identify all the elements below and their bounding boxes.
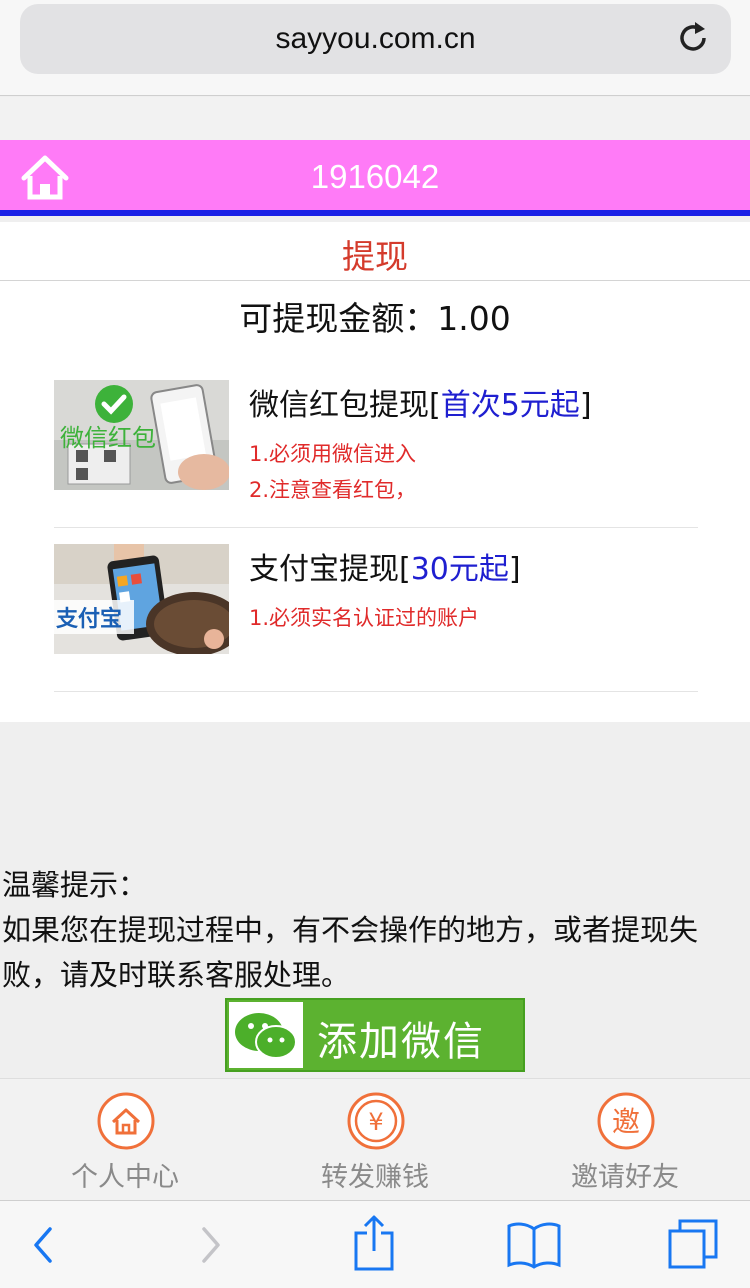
tab-share-earn[interactable]: ¥ 转发赚钱 (250, 1079, 500, 1201)
option-note: 2.注意查看红包， (249, 478, 417, 502)
url-text: sayyou.com.cn (275, 22, 476, 55)
yen-glyph: ¥ (368, 1108, 383, 1136)
top-spacer (0, 97, 750, 140)
option-title-text: 支付宝提现 (249, 552, 399, 587)
wechat-option-title: 微信红包提现[首次5元起] (249, 380, 592, 424)
option-note: 1.必须实名认证过的账户 (249, 606, 480, 630)
back-icon[interactable] (28, 1217, 58, 1273)
option-title-text: 微信红包提现 (249, 388, 429, 423)
tips-body: 如果您在提现过程中，有不会操作的地方，或者提现失败，请及时联系客服处理。 (2, 913, 699, 992)
wechat-redpacket-image: 微信红包 (54, 380, 229, 490)
section-title: 提现 (342, 237, 408, 276)
invite-icon: 邀 (597, 1092, 655, 1150)
bottom-tab-bar: 个人中心 ¥ 转发赚钱 邀 邀请好友 (0, 1078, 750, 1200)
browser-toolbar (0, 1200, 750, 1288)
share-icon[interactable] (352, 1213, 396, 1273)
add-wechat-label: 添加微信 (317, 1019, 485, 1065)
wechat-withdraw-option[interactable]: 微信红包 微信红包提现[首次5元起] 1.必须用微信进入 2.注意查看红包， (54, 378, 698, 528)
thumb-text: 微信红包 (60, 424, 156, 452)
url-field[interactable]: sayyou.com.cn (20, 4, 731, 74)
tab-personal-center[interactable]: 个人中心 (0, 1079, 250, 1201)
tab-label: 邀请好友 (571, 1162, 679, 1193)
tabs-icon[interactable] (666, 1217, 720, 1271)
alipay-image: 支付宝 (54, 544, 229, 654)
bracket-close: ] (579, 388, 592, 423)
add-wechat-button[interactable]: 添加微信 (225, 998, 525, 1072)
bookmarks-icon[interactable] (506, 1221, 562, 1269)
tab-label: 个人中心 (71, 1162, 179, 1193)
home-icon (97, 1092, 155, 1150)
page-header: 1916042 (0, 140, 750, 216)
reload-icon[interactable] (675, 20, 711, 56)
divider (0, 280, 750, 281)
tab-label: 转发赚钱 (321, 1162, 429, 1193)
tab-invite-friends[interactable]: 邀 邀请好友 (500, 1079, 750, 1201)
wechat-icon (229, 1002, 303, 1068)
withdraw-panel: 提现 可提现金额：1.00 微信红包 微信红包提现[首次5元起] 1.必须用微信… (0, 222, 750, 722)
withdrawable-amount: 可提现金额：1.00 (239, 299, 511, 338)
bracket-open: [ (429, 388, 441, 423)
alipay-withdraw-option[interactable]: 支付宝 支付宝提现[30元起] 1.必须实名认证过的账户 (54, 542, 698, 692)
browser-address-bar: sayyou.com.cn (0, 0, 750, 96)
alipay-option-title: 支付宝提现[30元起] (249, 544, 521, 588)
thumb-text: 支付宝 (56, 606, 122, 632)
bracket-open: [ (399, 552, 411, 587)
option-note: 1.必须用微信进入 (249, 442, 417, 466)
tips-label: 温馨提示： (2, 868, 148, 902)
invite-glyph: 邀 (612, 1105, 640, 1138)
forward-icon[interactable] (196, 1217, 226, 1273)
option-highlight: 首次5元起 (440, 388, 580, 423)
header-title: 1916042 (310, 158, 440, 195)
option-highlight: 30元起 (410, 552, 509, 587)
yen-icon: ¥ (347, 1092, 405, 1150)
bracket-close: ] (508, 552, 521, 587)
